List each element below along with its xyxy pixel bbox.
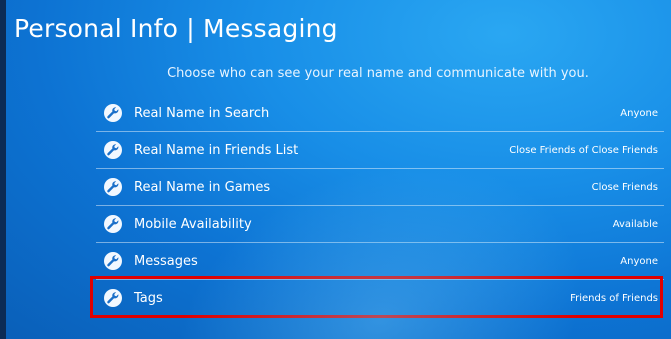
- highlight-box: [90, 276, 663, 318]
- setting-label: Tags: [134, 290, 163, 306]
- page-title: Personal Info | Messaging: [14, 14, 338, 43]
- wrench-icon: [104, 178, 122, 196]
- wrench-icon: [104, 104, 122, 122]
- setting-row-tags[interactable]: Tags Friends of Friends: [96, 280, 664, 316]
- setting-row-messages[interactable]: Messages Anyone: [96, 243, 664, 280]
- setting-value: Close Friends of Close Friends: [509, 144, 658, 156]
- settings-list: Real Name in Search Anyone Real Name in …: [96, 95, 664, 316]
- setting-label: Real Name in Search: [134, 105, 270, 121]
- wrench-icon: [104, 215, 122, 233]
- setting-label: Mobile Availability: [134, 216, 252, 232]
- setting-label: Real Name in Friends List: [134, 142, 299, 158]
- setting-value: Close Friends: [591, 181, 658, 193]
- setting-value: Anyone: [620, 107, 658, 119]
- setting-value: Anyone: [620, 255, 658, 267]
- setting-label: Real Name in Games: [134, 179, 271, 195]
- setting-row-real-name-in-friends-list[interactable]: Real Name in Friends List Close Friends …: [96, 132, 664, 169]
- wrench-icon: [104, 252, 122, 270]
- screen: Personal Info | Messaging Choose who can…: [0, 0, 671, 339]
- setting-row-real-name-in-search[interactable]: Real Name in Search Anyone: [96, 95, 664, 132]
- setting-value: Available: [612, 218, 658, 230]
- setting-row-mobile-availability[interactable]: Mobile Availability Available: [96, 206, 664, 243]
- wrench-icon: [104, 141, 122, 159]
- setting-row-real-name-in-games[interactable]: Real Name in Games Close Friends: [96, 169, 664, 206]
- setting-label: Messages: [134, 253, 198, 269]
- page-description: Choose who can see your real name and co…: [167, 66, 589, 81]
- screen-edge: [0, 0, 6, 339]
